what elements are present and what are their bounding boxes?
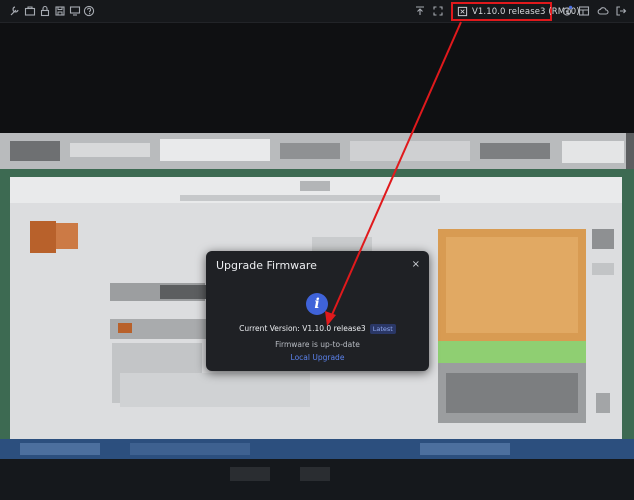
firmware-status-text: Firmware is up-to-date (275, 340, 360, 349)
dialog-title: Upgrade Firmware (216, 259, 317, 272)
current-version: Current Version: V1.10.0 release3 Latest (206, 324, 429, 334)
logout-icon[interactable] (614, 4, 628, 18)
help-icon[interactable] (82, 4, 96, 18)
current-version-label: Current Version: V1.10.0 release3 (239, 324, 366, 333)
save-icon[interactable] (53, 4, 67, 18)
dark-overlay-band (0, 23, 634, 133)
upgrade-firmware-dialog: Upgrade Firmware × i Current Version: V1… (206, 251, 429, 371)
tools-icon[interactable] (8, 4, 22, 18)
cloud-icon[interactable] (596, 4, 610, 18)
lock-icon[interactable] (38, 4, 52, 18)
monitor-icon[interactable] (68, 4, 82, 18)
notification-icon[interactable] (560, 4, 574, 18)
close-icon[interactable]: × (412, 259, 420, 270)
local-upgrade-link[interactable]: Local Upgrade (206, 353, 429, 362)
upload-icon[interactable] (413, 4, 427, 18)
chip-icon (457, 6, 468, 17)
info-icon: i (306, 293, 328, 315)
fullscreen-icon[interactable] (431, 4, 445, 18)
briefcase-icon[interactable] (23, 4, 37, 18)
latest-badge: Latest (369, 324, 396, 334)
top-toolbar: V1.10.0 release3 (RM10) (0, 0, 634, 23)
table-icon[interactable] (577, 4, 591, 18)
firmware-version-button[interactable]: V1.10.0 release3 (RM10) (451, 2, 580, 21)
